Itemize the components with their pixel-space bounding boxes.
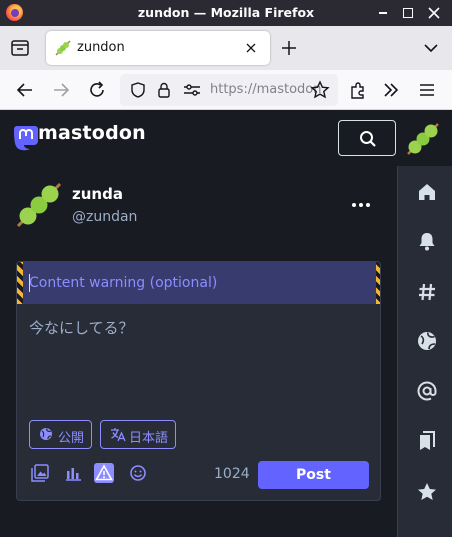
translate-icon: [111, 428, 126, 442]
url-text: https://mastodon: [210, 82, 322, 97]
character-counter: 1024: [214, 466, 250, 482]
notifications-icon[interactable]: [416, 230, 438, 252]
minimize-button[interactable]: [373, 3, 393, 23]
globe-icon: [40, 428, 52, 440]
search-button[interactable]: [338, 120, 396, 156]
navigation-toolbar: https://mastodon: [0, 70, 452, 110]
dango-favicon-icon: [55, 40, 71, 56]
permissions-icon[interactable]: [182, 82, 202, 98]
visibility-dropdown[interactable]: 公開: [29, 420, 92, 449]
mention-icon[interactable]: [416, 380, 438, 402]
mastodon-header: mastodon: [0, 110, 452, 166]
extensions-icon[interactable]: [348, 80, 368, 100]
forward-icon[interactable]: [51, 80, 71, 100]
app-menu-icon[interactable]: [417, 80, 437, 100]
media-icon[interactable]: [30, 463, 50, 483]
emoji-icon[interactable]: [128, 463, 148, 483]
account-handle[interactable]: @zundan: [72, 209, 137, 225]
close-tab-icon[interactable]: [245, 42, 257, 54]
text-caret: [29, 274, 30, 292]
hashtag-icon[interactable]: [416, 281, 438, 303]
content-warning-bar: [17, 262, 380, 304]
language-label: 日本語: [129, 431, 169, 446]
globe-icon[interactable]: [416, 330, 438, 352]
list-all-tabs-icon[interactable]: [423, 41, 439, 55]
warning-stripe-left: [17, 262, 23, 304]
back-icon[interactable]: [15, 80, 35, 100]
lock-icon[interactable]: [156, 81, 172, 99]
title-bar: zundon — Mozilla Firefox: [0, 0, 452, 26]
close-icon: [428, 7, 440, 19]
compose-form: 公開 日本語 1024 Post: [16, 261, 381, 501]
tracking-protection-shield-icon[interactable]: [129, 81, 147, 99]
poll-icon[interactable]: [63, 463, 83, 483]
user-avatar-icon[interactable]: [404, 120, 442, 158]
account-avatar-icon[interactable]: [14, 180, 64, 230]
account-display-name[interactable]: zunda: [72, 185, 123, 203]
navigation-panel: [397, 166, 452, 537]
language-dropdown[interactable]: 日本語: [100, 420, 176, 449]
content-warning-input[interactable]: [29, 262, 369, 304]
mastodon-logo-icon[interactable]: [14, 124, 38, 152]
logo-text[interactable]: mastodon: [38, 122, 146, 144]
browser-window: zundon — Mozilla Firefox zundon https://…: [0, 0, 452, 537]
reload-icon[interactable]: [87, 80, 107, 100]
new-tab-icon[interactable]: [280, 39, 298, 57]
view-tabs-icon[interactable]: [10, 38, 30, 58]
status-textarea[interactable]: [29, 317, 369, 407]
tab-zundon[interactable]: zundon: [46, 31, 270, 65]
more-tools-icon[interactable]: [381, 80, 401, 100]
more-options-icon[interactable]: [350, 200, 372, 210]
maximize-button[interactable]: [398, 3, 418, 23]
bookmark-star-icon[interactable]: [310, 80, 330, 100]
url-bar[interactable]: https://mastodon: [120, 74, 338, 106]
post-button[interactable]: Post: [258, 461, 369, 489]
visibility-label: 公開: [58, 431, 85, 446]
star-icon[interactable]: [416, 481, 438, 503]
compose-column: zunda @zundan 公開 日本語: [0, 166, 397, 537]
tab-title: zundon: [77, 40, 125, 55]
close-window-button[interactable]: [424, 3, 444, 23]
search-icon: [360, 131, 376, 147]
content-warning-toggle[interactable]: [94, 463, 114, 483]
home-icon[interactable]: [416, 181, 438, 203]
content-warning-icon: [95, 464, 113, 481]
bookmarks-icon[interactable]: [416, 430, 438, 452]
tab-strip: zundon: [0, 26, 452, 70]
warning-stripe-right: [376, 262, 380, 304]
